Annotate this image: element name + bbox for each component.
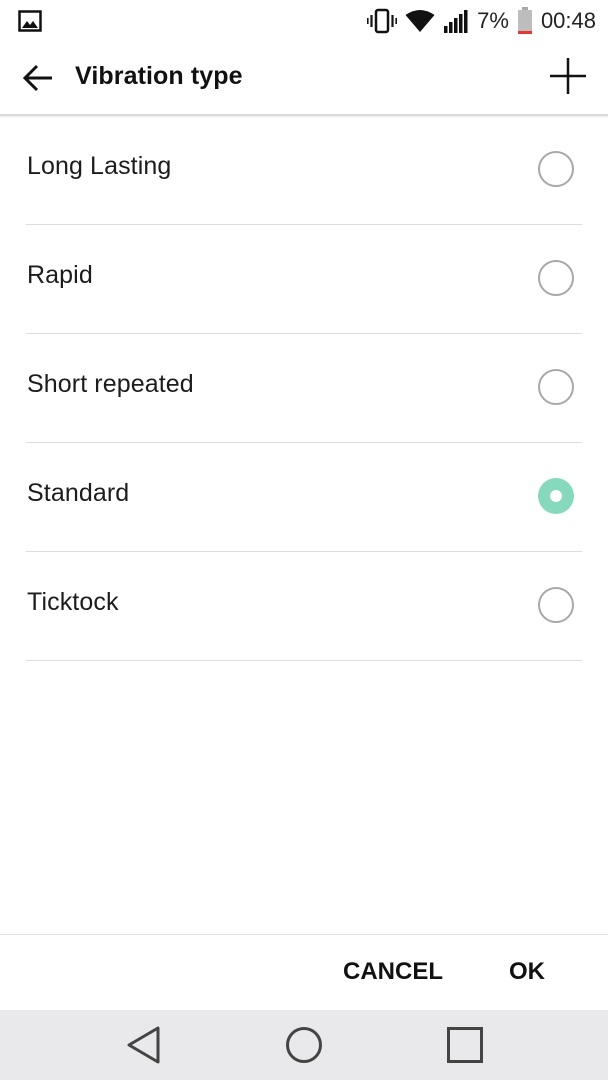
nav-back-button[interactable]: [122, 1023, 166, 1067]
option-ticktock[interactable]: Ticktock: [26, 552, 582, 661]
option-short-repeated[interactable]: Short repeated: [26, 334, 582, 443]
plus-icon: [550, 58, 586, 94]
navigation-bar: [0, 1010, 608, 1080]
radio-dot: [550, 490, 562, 502]
radio-button[interactable]: [538, 260, 574, 296]
add-button[interactable]: [546, 54, 590, 98]
cancel-button[interactable]: CANCEL: [343, 958, 443, 986]
radio-button-selected[interactable]: [538, 478, 574, 514]
radio-button[interactable]: [538, 369, 574, 405]
nav-home-icon: [286, 1027, 322, 1063]
status-time: 00:48: [540, 8, 596, 33]
option-label: Ticktock: [27, 588, 119, 616]
arrow-left-icon: [22, 64, 52, 92]
option-label: Short repeated: [27, 370, 194, 398]
option-label: Standard: [27, 479, 130, 507]
back-button[interactable]: [18, 56, 58, 100]
vibration-options-list: Long Lasting Rapid Short repeated Standa…: [0, 116, 608, 661]
nav-recent-icon: [447, 1027, 483, 1063]
wifi-icon: [405, 9, 435, 33]
nav-home-button[interactable]: [282, 1023, 326, 1067]
dialog-button-bar: CANCEL OK: [0, 934, 608, 1011]
radio-button[interactable]: [538, 587, 574, 623]
ok-button[interactable]: OK: [509, 958, 545, 986]
radio-button[interactable]: [538, 151, 574, 187]
app-bar: Vibration type: [0, 42, 608, 116]
battery-percent: 7%: [477, 8, 509, 33]
gallery-icon: [18, 9, 42, 33]
status-bar: 7% 00:48: [0, 0, 608, 42]
battery-icon: [517, 7, 533, 35]
nav-recent-button[interactable]: [443, 1023, 487, 1067]
option-long-lasting[interactable]: Long Lasting: [26, 116, 582, 225]
page-title: Vibration type: [75, 62, 243, 90]
status-icons: 7% 00:48: [367, 0, 596, 42]
option-rapid[interactable]: Rapid: [26, 225, 582, 334]
option-standard[interactable]: Standard: [26, 443, 582, 552]
signal-icon: [443, 9, 469, 33]
option-label: Rapid: [27, 261, 93, 289]
nav-back-icon: [127, 1026, 160, 1064]
vibrate-icon: [367, 8, 398, 34]
option-label: Long Lasting: [27, 152, 172, 180]
